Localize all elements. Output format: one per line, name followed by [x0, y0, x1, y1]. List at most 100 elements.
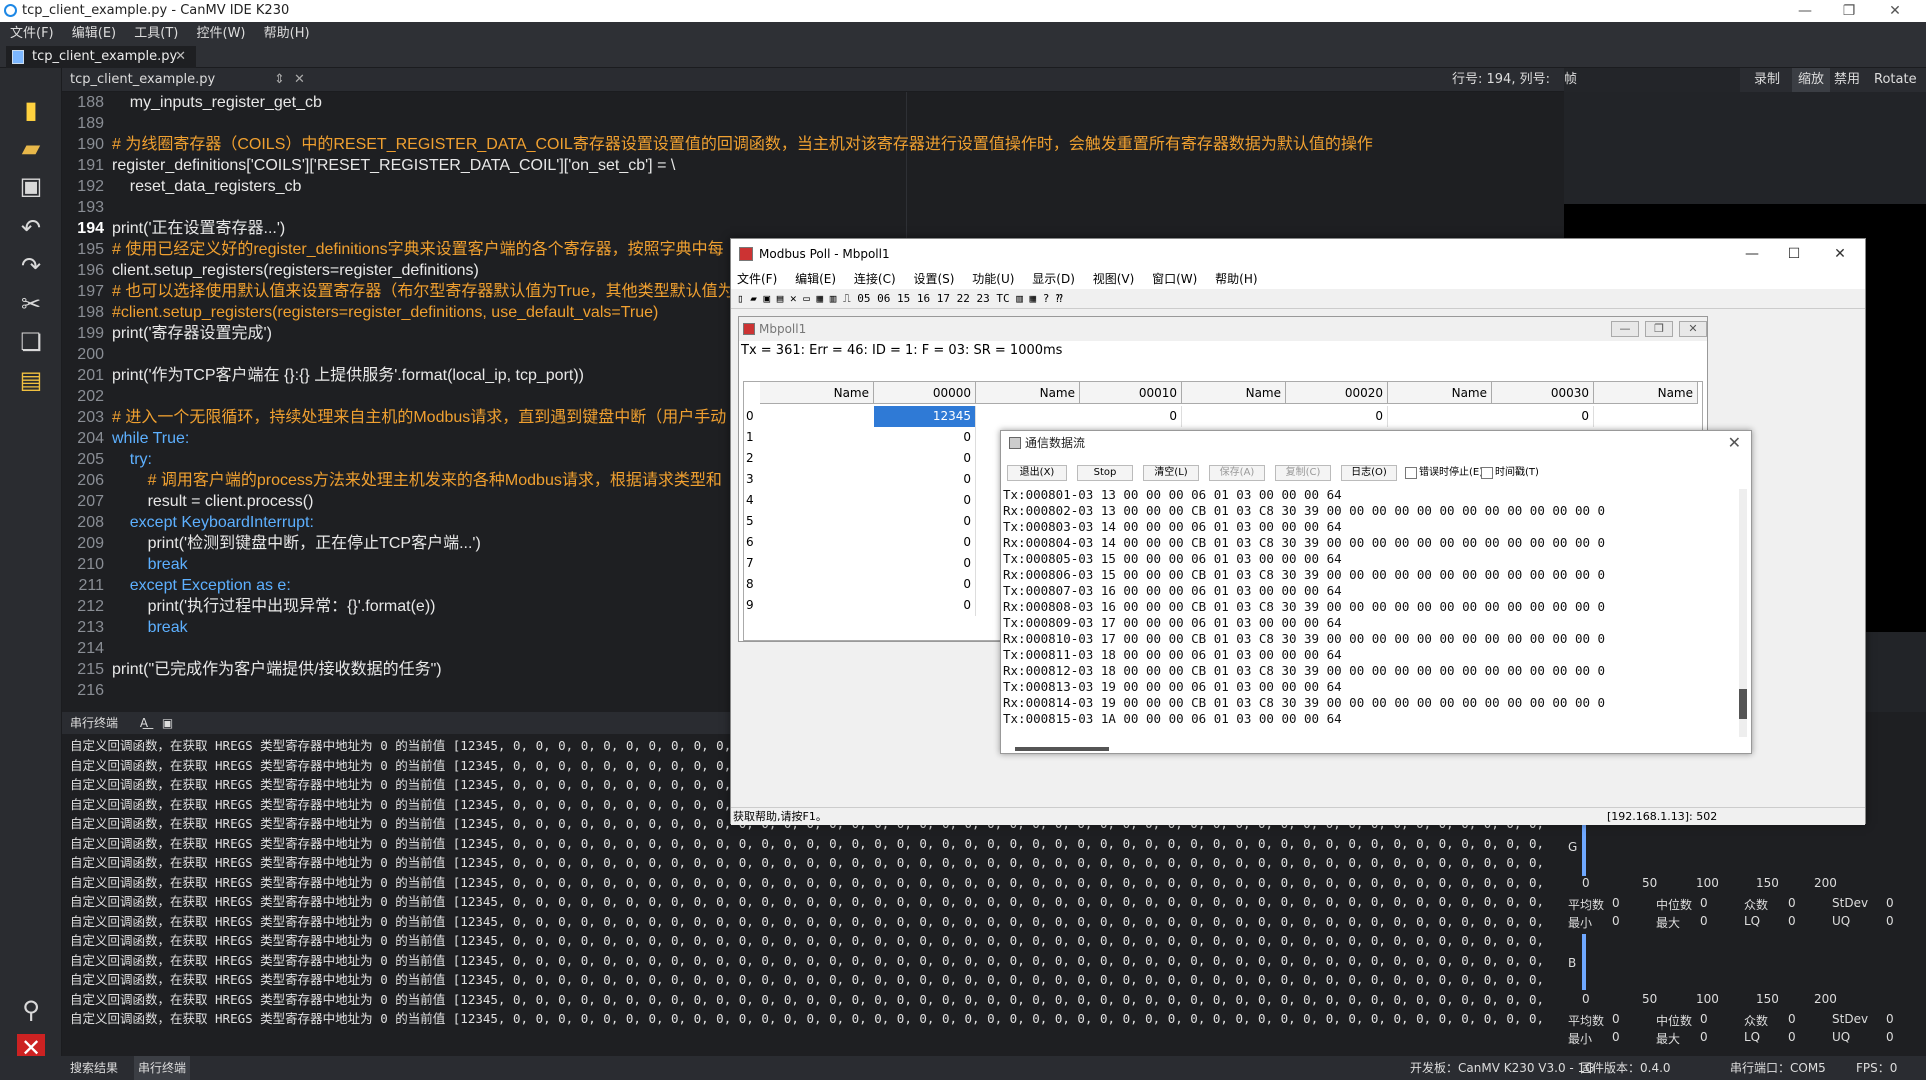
- connect-icon[interactable]: ⚲: [17, 996, 45, 1024]
- code-text: while True:: [112, 430, 190, 447]
- tick-50: 50: [1642, 876, 1658, 890]
- terminal-save-icon[interactable]: ▣: [162, 716, 173, 730]
- save-icon[interactable]: ▣: [17, 172, 45, 200]
- toolbar-help-icons[interactable]: ▥ ▦ ? ⁇: [1016, 292, 1062, 305]
- rotate-button[interactable]: Rotate: [1874, 68, 1917, 92]
- function-codes[interactable]: 05 06 15 16 17 22 23 TC: [857, 292, 1009, 305]
- code-line[interactable]: 193: [62, 197, 1564, 218]
- bottom-tab-search[interactable]: 搜索结果: [70, 1056, 118, 1080]
- modbus-menu-window[interactable]: 窗口(W): [1152, 272, 1197, 286]
- traffic-vscroll[interactable]: [1739, 489, 1747, 737]
- editor-file-name[interactable]: tcp_client_example.py: [70, 68, 215, 92]
- maximize-icon[interactable]: ❐: [1834, 0, 1864, 22]
- stat-uq-label-b: UQ: [1832, 1030, 1851, 1044]
- cut-icon[interactable]: ✂: [17, 290, 45, 318]
- mbpoll-title: Mbpoll1: [759, 322, 807, 336]
- traffic-hscroll[interactable]: [1015, 747, 1109, 751]
- stop-on-error-checkbox[interactable]: [1405, 467, 1417, 479]
- modbus-minimize-icon[interactable]: —: [1737, 239, 1767, 269]
- menu-widgets[interactable]: 控件(W): [197, 26, 246, 41]
- tab-file[interactable]: tcp_client_example.py ✕: [6, 46, 196, 68]
- menu-tools[interactable]: 工具(T): [134, 26, 178, 41]
- modbus-menu-setup[interactable]: 设置(S): [913, 272, 954, 286]
- new-file-icon[interactable]: ▮: [17, 96, 45, 124]
- grid-cell[interactable]: 0: [1492, 406, 1594, 427]
- status-bar: 搜索结果 串行终端 开发板：CanMV K230 V3.0 - 1G 固件版本：…: [0, 1056, 1926, 1080]
- board-info: 开发板：CanMV K230 V3.0 - 1G: [1410, 1061, 1595, 1075]
- grid-row-index: 7: [746, 556, 754, 570]
- terminal-font-icon[interactable]: A͟: [140, 716, 148, 730]
- grid-cell[interactable]: 0: [874, 490, 976, 511]
- grid-cell[interactable]: 0: [874, 469, 976, 490]
- grid-cell[interactable]: 0: [874, 532, 976, 553]
- col-name-1: Name: [976, 382, 1080, 404]
- tab-close-icon[interactable]: ✕: [175, 46, 186, 68]
- minimize-icon[interactable]: —: [1790, 0, 1820, 22]
- code-line[interactable]: 194 print('正在设置寄存器...'): [62, 218, 1564, 239]
- modbus-menu-file[interactable]: 文件(F): [737, 272, 777, 286]
- file-switch-icon[interactable]: ⇕: [274, 68, 285, 92]
- modbus-menu-connect[interactable]: 连接(C): [854, 272, 896, 286]
- terminal-line: 自定义回调函数，在获取 HREGS 类型寄存器中地址为 0 的当前值 [1234…: [70, 972, 1545, 987]
- code-text: print('正在设置寄存器...'): [112, 220, 286, 237]
- code-text: print('寄存器设置完成'): [112, 325, 272, 342]
- tick-0-b: 0: [1582, 992, 1590, 1006]
- menu-edit[interactable]: 编辑(E): [72, 26, 116, 41]
- code-line[interactable]: 189: [62, 113, 1564, 134]
- log-button[interactable]: 日志(O): [1341, 465, 1397, 481]
- code-line[interactable]: 191 register_definitions['COILS']['RESET_…: [62, 155, 1564, 176]
- modbus-menu-display[interactable]: 显示(D): [1032, 272, 1075, 286]
- modbus-menu-view[interactable]: 视图(V): [1093, 272, 1135, 286]
- grid-row-index: 1: [746, 430, 754, 444]
- grid-cell[interactable]: 0: [874, 553, 976, 574]
- close-icon[interactable]: ✕: [1880, 0, 1910, 22]
- grid-cell[interactable]: 12345: [874, 406, 976, 427]
- modbus-maximize-icon[interactable]: ☐: [1779, 239, 1809, 269]
- clear-button[interactable]: 清空(L): [1143, 465, 1199, 481]
- paste-icon[interactable]: ▤: [17, 366, 45, 394]
- copy-icon[interactable]: ❏: [17, 328, 45, 356]
- save-button[interactable]: 保存(A): [1209, 465, 1265, 481]
- col-00000: 00000: [874, 382, 976, 404]
- disable-button[interactable]: 禁用: [1834, 68, 1860, 92]
- bottom-tab-terminal[interactable]: 串行终端: [134, 1056, 191, 1080]
- grid-cell[interactable]: 0: [874, 574, 976, 595]
- line-number: 203: [77, 409, 104, 426]
- traffic-close-icon[interactable]: ✕: [1728, 431, 1741, 455]
- grid-cell[interactable]: 0: [874, 511, 976, 532]
- grid-cell[interactable]: 0: [874, 427, 976, 448]
- redo-icon[interactable]: ↷: [17, 252, 45, 280]
- code-line[interactable]: 192 reset_data_registers_cb: [62, 176, 1564, 197]
- modbus-close-icon[interactable]: ✕: [1825, 239, 1855, 269]
- modbus-menu-functions[interactable]: 功能(U): [972, 272, 1014, 286]
- mbpoll-minimize-icon[interactable]: —: [1611, 321, 1639, 337]
- record-button[interactable]: 录制: [1754, 68, 1780, 92]
- menu-file[interactable]: 文件(F): [10, 26, 54, 41]
- stop-button[interactable]: Stop: [1077, 465, 1133, 481]
- grid-cell[interactable]: 0: [1080, 406, 1182, 427]
- modbus-menu-edit[interactable]: 编辑(E): [795, 272, 836, 286]
- exit-button[interactable]: 退出(X): [1007, 465, 1067, 481]
- modbus-menu: 文件(F) 编辑(E) 连接(C) 设置(S) 功能(U) 显示(D) 视图(V…: [731, 269, 1865, 289]
- open-folder-icon[interactable]: ▰: [17, 134, 45, 162]
- grid-cell[interactable]: 0: [1286, 406, 1388, 427]
- grid-cell[interactable]: 0: [874, 595, 976, 616]
- menu-help[interactable]: 帮助(H): [264, 26, 310, 41]
- toolbar-file-icons[interactable]: ▯ ▰ ▣ ▤ ✕ ▭ ▦ ▥ ⎍: [737, 292, 857, 305]
- editor-close-icon[interactable]: ✕: [294, 68, 305, 92]
- code-text: my_inputs_register_get_cb: [112, 94, 322, 111]
- line-number: 198: [77, 304, 104, 321]
- code-line[interactable]: 190 # 为线圈寄存器（COILS）中的RESET_REGISTER_DATA_…: [62, 134, 1564, 155]
- mbpoll-close-icon[interactable]: ✕: [1679, 321, 1707, 337]
- code-line[interactable]: 188 my_inputs_register_get_cb: [62, 92, 1564, 113]
- code-text: client.setup_registers(registers=registe…: [112, 262, 479, 279]
- modbus-menu-help[interactable]: 帮助(H): [1215, 272, 1257, 286]
- zoom-button[interactable]: 缩放: [1792, 68, 1831, 92]
- tick-150-b: 150: [1756, 992, 1779, 1006]
- tab-bar: tcp_client_example.py ✕: [0, 46, 1926, 68]
- mbpoll-restore-icon[interactable]: ❐: [1645, 321, 1673, 337]
- copy-button[interactable]: 复制(C): [1275, 465, 1331, 481]
- timestamp-checkbox[interactable]: [1481, 467, 1493, 479]
- grid-cell[interactable]: 0: [874, 448, 976, 469]
- undo-icon[interactable]: ↶: [17, 214, 45, 242]
